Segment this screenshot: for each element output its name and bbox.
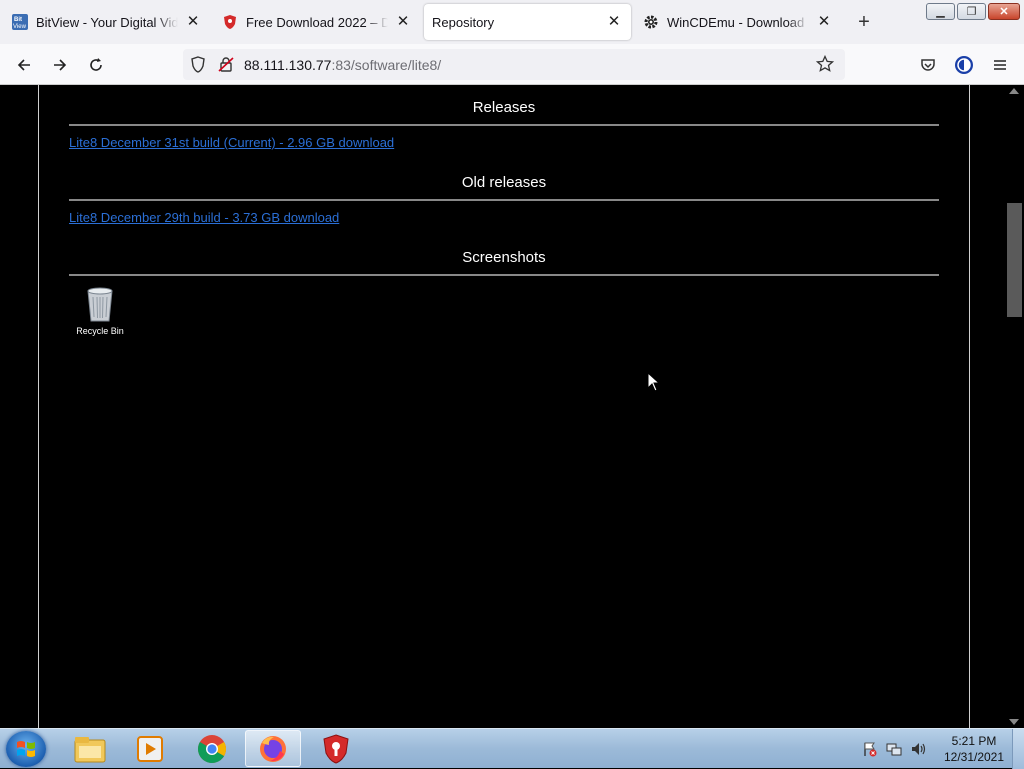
pocket-icon	[921, 59, 935, 71]
screenshots-heading: Screenshots	[462, 249, 546, 266]
old-release-download-link[interactable]: Lite8 December 29th build - 3.73 GB down…	[69, 210, 339, 225]
close-window-button[interactable]: ✕	[988, 3, 1020, 20]
close-tab-icon[interactable]: ✕	[815, 13, 833, 31]
new-tab-button[interactable]: +	[853, 12, 875, 32]
scroll-up-arrow-icon[interactable]	[1009, 88, 1019, 94]
tab-title: Repository	[432, 14, 495, 30]
tab-title: BitView - Your Digital Video Repository	[36, 14, 178, 30]
tab-title: WinCDEmu - Download	[667, 14, 805, 30]
recycle-bin-icon	[87, 287, 113, 322]
tab-strip: BitView BitView - Your Digital Video Rep…	[0, 0, 1024, 44]
hamburger-menu-icon	[994, 60, 1006, 70]
taskbar-media-player[interactable]	[122, 730, 178, 767]
tab-free-download[interactable]: Free Download 2022 – Download ✕	[214, 4, 420, 40]
tab-bitview[interactable]: BitView BitView - Your Digital Video Rep…	[4, 4, 210, 40]
tracking-protection-shield-icon[interactable]	[190, 56, 206, 78]
file-explorer-icon	[74, 736, 106, 762]
chrome-icon	[198, 734, 226, 763]
scroll-thumb[interactable]	[1007, 203, 1022, 317]
clock-date: 12/31/2021	[943, 750, 1005, 764]
divider	[69, 199, 939, 201]
close-tab-icon[interactable]: ✕	[394, 13, 412, 31]
tab-title: Free Download 2022 – Download	[246, 14, 388, 30]
clock-time: 5:21 PM	[951, 734, 997, 748]
shield-icon	[222, 14, 238, 30]
volume-icon[interactable]	[910, 741, 926, 757]
back-button[interactable]	[11, 52, 37, 78]
old-releases-heading: Old releases	[461, 174, 547, 191]
navigation-toolbar: 88.111.130.77:83/software/lite8/	[0, 44, 1024, 85]
back-arrow-icon	[17, 59, 30, 71]
account-avatar-icon	[955, 56, 973, 74]
show-desktop-button[interactable]	[1012, 729, 1024, 769]
divider	[69, 274, 939, 276]
reload-icon	[90, 58, 102, 71]
screenshot-recycle-bin[interactable]: Recycle Bin	[70, 285, 130, 336]
page-scrollbar[interactable]	[1005, 85, 1024, 728]
mouse-cursor-icon	[647, 372, 661, 392]
system-clock[interactable]: 5:21 PM 12/31/2021	[940, 733, 1008, 765]
tab-wincdemu[interactable]: WinCDEmu - Download ✕	[635, 4, 841, 40]
taskbar-shield-app[interactable]	[308, 730, 364, 767]
reload-button[interactable]	[83, 52, 109, 78]
svg-text:Bit: Bit	[14, 17, 22, 23]
windows-taskbar: 5:21 PM 12/31/2021	[0, 728, 1024, 769]
forward-arrow-icon	[54, 59, 67, 71]
media-player-icon	[137, 735, 163, 762]
taskbar-chrome[interactable]	[184, 730, 240, 767]
firefox-icon	[260, 735, 286, 762]
close-tab-icon[interactable]: ✕	[605, 13, 623, 31]
bitview-icon: Bit View	[12, 14, 28, 30]
menu-button[interactable]	[987, 52, 1013, 78]
start-button[interactable]	[6, 731, 46, 767]
scroll-down-arrow-icon[interactable]	[1009, 719, 1019, 725]
gear-icon	[643, 14, 659, 30]
recycle-bin-label: Recycle Bin	[76, 326, 124, 336]
insecure-lock-icon[interactable]	[218, 56, 234, 78]
address-bar[interactable]: 88.111.130.77:83/software/lite8/	[183, 49, 845, 80]
account-button[interactable]	[951, 52, 977, 78]
pocket-button[interactable]	[915, 52, 941, 78]
page-content: Releases Lite8 December 31st build (Curr…	[0, 85, 1024, 728]
minimize-button[interactable]: ▁	[926, 3, 955, 20]
shield-app-icon	[323, 733, 349, 764]
url-text[interactable]: 88.111.130.77:83/software/lite8/	[244, 57, 441, 73]
taskbar-file-explorer[interactable]	[62, 730, 118, 767]
network-icon[interactable]	[886, 741, 902, 757]
bookmark-star-icon[interactable]	[815, 54, 835, 78]
close-tab-icon[interactable]: ✕	[184, 13, 202, 31]
restore-button[interactable]: ❐	[957, 3, 986, 20]
url-host: 88.111.130.77	[244, 57, 332, 73]
windows-logo-icon	[17, 741, 35, 757]
action-center-flag-icon[interactable]	[862, 741, 878, 757]
releases-heading: Releases	[472, 99, 536, 116]
divider	[69, 124, 939, 126]
tab-repository[interactable]: Repository ✕	[424, 4, 631, 40]
current-release-download-link[interactable]: Lite8 December 31st build (Current) - 2.…	[69, 135, 394, 150]
system-tray	[862, 735, 926, 763]
taskbar-firefox[interactable]	[245, 730, 301, 767]
forward-button[interactable]	[47, 52, 73, 78]
url-path: :83/software/lite8/	[331, 57, 442, 73]
svg-text:View: View	[13, 24, 27, 30]
